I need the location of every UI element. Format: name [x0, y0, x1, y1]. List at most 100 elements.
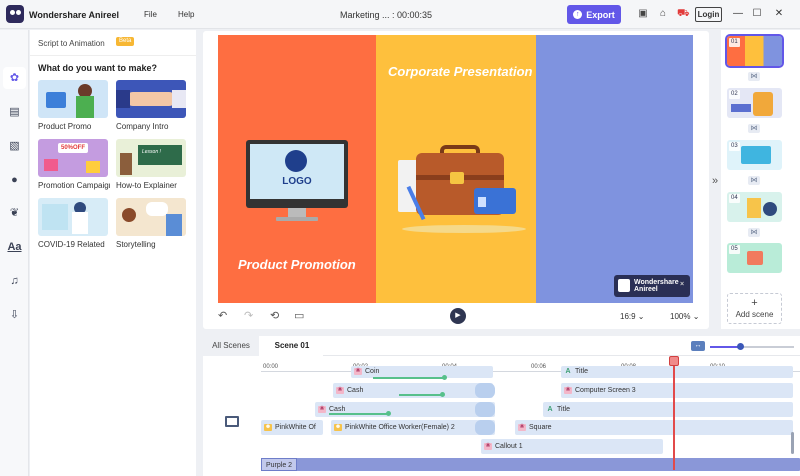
transition-icon[interactable]: ⋈ [748, 176, 760, 185]
template-card-how-to-explainer[interactable]: Lesson ! [116, 139, 186, 177]
title-bar: Wondershare Anireel File Help Marketing … [0, 0, 800, 29]
template-icon[interactable]: ▤ [7, 105, 22, 120]
timeline-panel: All Scenes Scene 01 ↔ 00:00 00:02 00:04 … [203, 336, 800, 476]
home-icon[interactable]: ⌂ [657, 8, 669, 20]
monitor-illustration[interactable]: LOGO [246, 140, 348, 208]
template-label: COVID-19 Related [38, 240, 105, 249]
zoom-select[interactable]: 100% ⌄ [670, 312, 699, 321]
script-to-animation-icon[interactable]: ✿ [3, 67, 26, 89]
watermark-line2: Anireel [634, 286, 658, 293]
watermark-close-icon[interactable]: × [680, 281, 684, 288]
id-badge-illustration[interactable] [474, 188, 516, 214]
watermark-logo-icon [618, 279, 630, 292]
clip-pinkwhite-short[interactable]: ☻ PinkWhite Of [261, 420, 323, 435]
motion-path[interactable] [399, 392, 445, 397]
menu-help[interactable]: Help [178, 10, 194, 19]
clip-purple-bar[interactable] [261, 458, 800, 471]
timeline-scrollbar[interactable] [791, 432, 794, 454]
clip-purple-label[interactable]: Purple 2 [261, 458, 298, 471]
tab-scene-01[interactable]: Scene 01 [261, 336, 323, 356]
aspect-ratio-select[interactable]: 16:9 ⌄ [620, 312, 645, 321]
template-label: Storytelling [116, 240, 156, 249]
template-card-promotion-campaign[interactable]: 50%OFF [38, 139, 108, 177]
clip-label: Title [557, 406, 570, 413]
play-button[interactable]: ▶ [450, 308, 466, 324]
clip-label: Callout 1 [495, 443, 523, 450]
app-logo-icon [6, 5, 24, 23]
transition-icon[interactable]: ⋈ [748, 72, 760, 81]
text-icon[interactable]: Aa [7, 240, 22, 255]
clip-computer-screen[interactable]: ❀ Computer Screen 3 [561, 383, 793, 398]
clip-label: Cash [347, 387, 364, 394]
maximize-icon[interactable]: ☐ [750, 7, 764, 21]
scene-thumb-04[interactable]: 04 [727, 192, 782, 222]
login-button[interactable]: Login [695, 7, 722, 22]
scene-number: 03 [729, 142, 740, 151]
timeline-zoom-slider[interactable] [710, 346, 794, 348]
minimize-icon[interactable]: — [731, 7, 745, 21]
clip-label: PinkWhite Office Worker(Female) 2 [345, 424, 455, 431]
undo-icon[interactable]: ↶ [218, 309, 227, 322]
ruler-tick: 00:00 [263, 364, 279, 370]
clip-label: Computer Screen 3 [575, 387, 636, 394]
scene-number: 04 [729, 194, 740, 203]
cart-icon[interactable]: ⛟ [677, 8, 690, 20]
template-label: Company Intro [116, 122, 169, 131]
menu-file[interactable]: File [144, 10, 157, 19]
promo-ribbon: 50%OFF [58, 143, 89, 153]
add-scene-button[interactable]: + Add scene [727, 293, 782, 324]
music-icon[interactable]: ♫ [7, 274, 22, 289]
motion-path[interactable] [373, 375, 447, 380]
character-icon[interactable]: ● [7, 173, 22, 188]
canvas-area: Corporate Presentation Product Promotion… [203, 31, 709, 329]
template-card-covid-19-related[interactable] [38, 198, 108, 236]
clip-square[interactable]: ❀ Square [515, 420, 793, 435]
save-icon[interactable]: ▣ [637, 8, 649, 20]
redo-icon[interactable]: ↷ [244, 309, 253, 322]
scene-thumb-01[interactable]: 01 [725, 34, 784, 68]
props-icon[interactable]: ❦ [7, 206, 22, 221]
replay-icon[interactable]: ⟲ [270, 309, 279, 322]
scene-thumb-02[interactable]: 02 [727, 88, 782, 118]
clip-title-2[interactable]: A Title [543, 402, 793, 417]
playhead-handle[interactable] [669, 356, 679, 366]
template-label: How-to Explainer [116, 181, 177, 190]
timeline-zoom-knob[interactable] [737, 343, 744, 350]
clip-label: Coin [365, 368, 380, 375]
slide-heading-product[interactable]: Product Promotion [238, 257, 356, 272]
export-icon: ↑ [573, 10, 583, 19]
import-icon[interactable]: ⇩ [7, 308, 22, 323]
close-icon[interactable]: ✕ [772, 7, 786, 21]
app-title: Wondershare Anireel [29, 10, 120, 20]
clip-label: PinkWhite Of [275, 424, 316, 431]
template-panel: Script to Animation Beta What do you wan… [30, 30, 196, 476]
scenes-panel: 01 ⋈ 02 ⋈ 03 ⋈ 04 ⋈ 05 + Add scene [721, 30, 800, 329]
template-card-company-intro[interactable] [116, 80, 186, 118]
clip-title-top[interactable]: A Title [561, 366, 793, 378]
collapse-chevron-icon[interactable]: » [712, 175, 718, 187]
scene-number: 01 [729, 38, 740, 47]
aspect-ratio-value: 16:9 [620, 312, 636, 321]
export-button[interactable]: ↑ Export [567, 5, 621, 24]
panel-question: What do you want to make? [38, 63, 158, 73]
camera-icon[interactable]: ▭ [294, 309, 304, 322]
scene-thumb-03[interactable]: 03 [727, 140, 782, 170]
transition-icon[interactable]: ⋈ [748, 124, 760, 133]
template-card-product-promo[interactable] [38, 80, 108, 118]
clip-callout[interactable]: ❀ Callout 1 [481, 439, 663, 454]
slide-heading-corporate[interactable]: Corporate Presentation [388, 64, 532, 79]
beta-badge: Beta [116, 37, 135, 46]
export-label: Export [586, 9, 615, 20]
tab-all-scenes[interactable]: All Scenes [203, 336, 259, 356]
scene-thumb-05[interactable]: 05 [727, 243, 782, 273]
background-icon[interactable]: ▧ [7, 139, 22, 154]
clip-pinkwhite-long[interactable]: ☻ PinkWhite Office Worker(Female) 2 [331, 420, 495, 435]
transition-icon[interactable]: ⋈ [748, 228, 760, 237]
playhead[interactable] [673, 358, 675, 470]
motion-path[interactable] [329, 411, 391, 416]
template-label: Product Promo [38, 122, 92, 131]
template-card-storytelling[interactable] [116, 198, 186, 236]
slide-preview[interactable]: Corporate Presentation Product Promotion… [218, 35, 693, 303]
scene-number: 02 [729, 90, 740, 99]
fit-timeline-icon[interactable]: ↔ [691, 341, 705, 351]
